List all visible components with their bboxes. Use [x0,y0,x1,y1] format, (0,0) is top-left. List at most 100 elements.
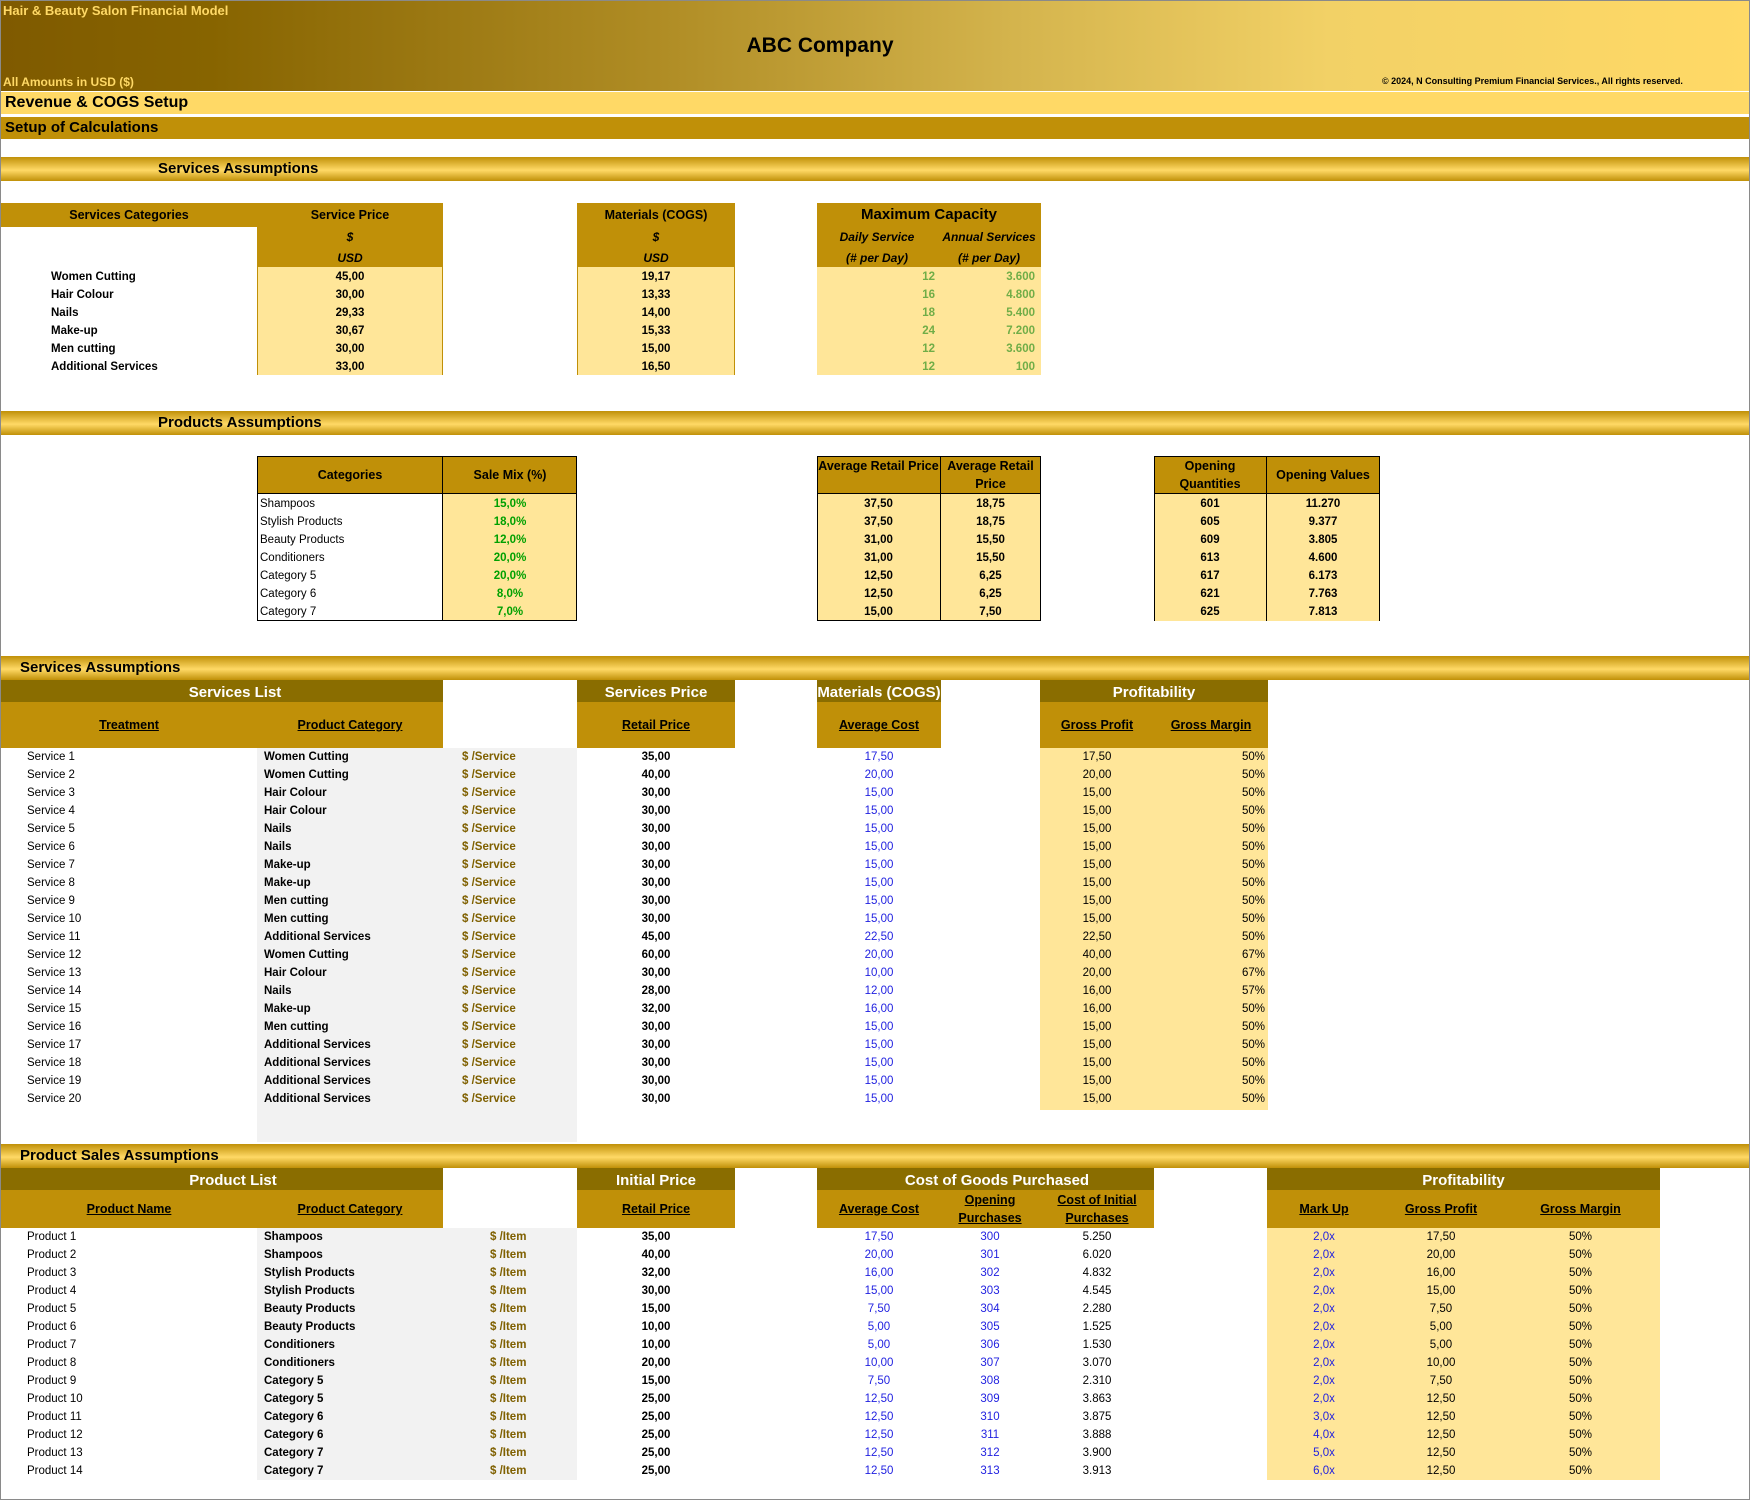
product-category: Beauty Products [264,1303,356,1315]
product-average-cost: 20,00 [864,1249,894,1261]
service-name: Service 10 [27,913,82,925]
service-category-daily: 12 [922,271,935,283]
product-avg-retail-2: 6,25 [979,588,1002,600]
product-average-cost: 12,50 [864,1447,894,1459]
col-product-average-cost: Average Cost [838,1202,920,1216]
service-average-cost: 15,00 [864,787,894,799]
service-retail-price: 30,00 [641,1075,671,1087]
setup-subtitle: Setup of Calculations [1,117,1749,139]
product-unit: $ /Item [490,1231,527,1243]
product-mark-up: 2,0x [1313,1285,1335,1297]
product-gross-profit: 10,00 [1426,1357,1456,1369]
product-opening-value: 6.173 [1308,570,1338,582]
product-mark-up: 6,0x [1313,1465,1335,1477]
service-category-name: Additional Services [51,361,158,373]
product-opening-purchases: 301 [980,1249,1000,1261]
service-retail-price: 30,00 [641,1057,671,1069]
product-gross-margin: 50% [1568,1465,1593,1477]
product-unit: $ /Item [490,1447,527,1459]
product-sale-mix: 8,0% [496,588,524,600]
product-avg-retail-1: 31,00 [864,552,893,564]
product-unit: $ /Item [490,1303,527,1315]
service-average-cost: 15,00 [864,859,894,871]
product-gross-profit: 20,00 [1426,1249,1456,1261]
service-unit: $ /Service [462,769,516,781]
service-category-materials: 15,00 [641,343,671,355]
service-unit: $ /Service [462,985,516,997]
product-name: Product 5 [27,1303,77,1315]
service-gross-margin: 50% [1241,1075,1265,1087]
group-materials: Materials (COGS) [817,684,941,700]
service-average-cost: 22,50 [864,931,894,943]
product-gross-margin: 50% [1568,1429,1593,1441]
service-category: Women Cutting [264,751,349,763]
product-opening-qty: 609 [1200,534,1220,546]
group-initial-price: Initial Price [615,1172,697,1189]
product-gross-margin: 50% [1568,1267,1593,1279]
service-category-name: Men cutting [51,343,116,355]
product-name: Product 6 [27,1321,77,1333]
service-average-cost: 15,00 [864,805,894,817]
service-name: Service 20 [27,1093,82,1105]
col-materials-cogs: Materials (COGS) [604,208,708,222]
service-gross-profit: 15,00 [1082,787,1112,799]
product-gross-profit: 12,50 [1426,1393,1456,1405]
product-category: Category 5 [264,1393,324,1405]
product-gross-margin: 50% [1568,1339,1593,1351]
service-unit: $ /Service [462,967,516,979]
service-name: Service 15 [27,1003,82,1015]
service-category: Men cutting [264,913,329,925]
service-name: Service 6 [27,841,75,853]
col-opening-purchases: Opening Purchases [958,1193,1022,1225]
product-avg-retail-1: 37,50 [864,498,893,510]
product-average-cost: 10,00 [864,1357,894,1369]
product-category-name: Stylish Products [260,516,343,528]
product-retail-price: 25,00 [641,1465,671,1477]
service-average-cost: 15,00 [864,877,894,889]
service-retail-price: 30,00 [641,1021,671,1033]
service-category-price: 45,00 [335,271,365,283]
product-category: Category 7 [264,1447,324,1459]
col-initial-purchases: Cost of Initial Purchases [1057,1193,1137,1225]
product-retail-price: 32,00 [641,1267,671,1279]
product-initial-purchases: 6.020 [1082,1249,1112,1261]
service-retail-price: 30,00 [641,787,671,799]
product-initial-purchases: 2.280 [1082,1303,1112,1315]
products-assumptions-title: Products Assumptions [158,414,322,431]
service-category-daily: 16 [922,289,935,301]
service-category: Make-up [264,1003,311,1015]
col-gross-profit: Gross Profit [1060,718,1134,732]
product-category: Beauty Products [264,1321,356,1333]
service-gross-profit: 22,50 [1082,931,1112,943]
product-unit: $ /Item [490,1339,527,1351]
service-name: Service 4 [27,805,75,817]
service-gross-margin: 50% [1241,877,1265,889]
product-opening-purchases: 309 [980,1393,1000,1405]
service-gross-profit: 17,50 [1082,751,1112,763]
product-mark-up: 2,0x [1313,1339,1335,1351]
product-gross-profit: 12,50 [1426,1429,1456,1441]
service-gross-profit: 15,00 [1082,913,1112,925]
product-average-cost: 5,00 [867,1321,891,1333]
service-category-name: Nails [51,307,79,319]
product-retail-price: 15,00 [641,1375,671,1387]
service-category-materials: 19,17 [641,271,671,283]
service-gross-profit: 15,00 [1082,895,1112,907]
product-average-cost: 12,50 [864,1465,894,1477]
product-sale-mix: 12,0% [493,534,527,546]
col-opening-quantities: Opening Quantities [1179,459,1241,491]
service-gross-margin: 50% [1241,1039,1265,1051]
product-gross-profit: 12,50 [1426,1447,1456,1459]
product-gross-profit: 12,50 [1426,1411,1456,1423]
service-gross-margin: 50% [1241,1003,1265,1015]
product-opening-purchases: 310 [980,1411,1000,1423]
col-categories: Categories [317,468,383,482]
service-name: Service 9 [27,895,75,907]
product-unit: $ /Item [490,1375,527,1387]
product-name: Product 8 [27,1357,77,1369]
service-price-dollar: $ [346,230,354,244]
product-mark-up: 4,0x [1313,1429,1335,1441]
product-opening-value: 11.270 [1305,498,1341,510]
service-average-cost: 15,00 [864,1039,894,1051]
product-unit: $ /Item [490,1285,527,1297]
